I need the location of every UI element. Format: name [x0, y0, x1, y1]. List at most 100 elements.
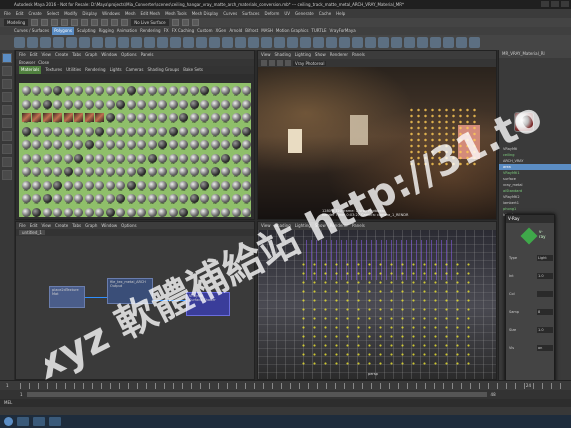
- layout-two-icon[interactable]: [2, 157, 12, 167]
- material-swatch[interactable]: Mat: [179, 99, 189, 112]
- material-swatch[interactable]: Mat: [210, 207, 220, 217]
- material-swatch[interactable]: Mat: [158, 180, 168, 193]
- shelf-tab[interactable]: MASH: [261, 27, 273, 35]
- vray-field-input[interactable]: Light: [537, 255, 553, 261]
- material-swatch[interactable]: Mat: [137, 112, 147, 125]
- material-swatch[interactable]: Mat: [63, 153, 73, 166]
- timeline-ticks[interactable]: [20, 382, 565, 389]
- shelf-tool-icon[interactable]: [430, 37, 441, 48]
- material-swatch[interactable]: Mat: [32, 99, 42, 112]
- material-swatch[interactable]: Mat: [116, 180, 126, 193]
- material-swatch[interactable]: Mat: [42, 193, 52, 206]
- renderer-dropdown[interactable]: Vray Photoreal: [293, 60, 327, 66]
- material-swatch[interactable]: Mat: [242, 153, 251, 166]
- material-swatch[interactable]: Mat: [231, 139, 241, 152]
- shelf-tool-icon[interactable]: [456, 37, 467, 48]
- material-swatch[interactable]: Mat: [200, 126, 210, 139]
- material-swatch[interactable]: Mat: [221, 99, 231, 112]
- scale-tool-icon[interactable]: [2, 118, 12, 128]
- hypershade-tab[interactable]: Rendering: [85, 66, 105, 74]
- material-swatch[interactable]: Mat: [42, 99, 52, 112]
- material-swatch[interactable]: Mat: [42, 153, 52, 166]
- browser-close-button[interactable]: Close: [38, 59, 49, 66]
- material-swatch[interactable]: Mat: [116, 112, 126, 125]
- shelf-tab[interactable]: Sculpting: [77, 27, 96, 35]
- shelf-tab[interactable]: VrayForMaya: [329, 27, 355, 35]
- material-swatch[interactable]: Mat: [74, 85, 84, 98]
- render-view-menu-item[interactable]: Renderer: [330, 51, 348, 59]
- material-swatch[interactable]: Mat: [179, 180, 189, 193]
- material-swatch[interactable]: Mat: [189, 139, 199, 152]
- shelf-tab[interactable]: Custom: [197, 27, 212, 35]
- menu-item[interactable]: Select: [47, 9, 59, 18]
- shelf-tab[interactable]: Rigging: [99, 27, 114, 35]
- material-swatch[interactable]: Mat: [105, 112, 115, 125]
- viewport-scene[interactable]: [258, 230, 496, 379]
- material-swatch[interactable]: Mat: [179, 153, 189, 166]
- material-swatch[interactable]: Mat: [21, 85, 31, 98]
- material-swatch[interactable]: Mat: [53, 112, 63, 125]
- menu-item[interactable]: Mesh Tools: [165, 9, 187, 18]
- material-swatch[interactable]: Mat: [63, 85, 73, 98]
- node-editor-menu-item[interactable]: Tabs: [72, 222, 81, 229]
- material-swatch[interactable]: Mat: [21, 193, 31, 206]
- menu-item[interactable]: Generate: [295, 9, 314, 18]
- shelf-tool-icon[interactable]: [118, 37, 129, 48]
- range-bar[interactable]: [26, 392, 487, 397]
- material-swatch[interactable]: Mat: [200, 99, 210, 112]
- material-swatch[interactable]: Mat: [42, 207, 52, 217]
- node-vray-material[interactable]: VRayMtl Surface Shader: [186, 292, 230, 316]
- material-swatch[interactable]: Mat: [221, 207, 231, 217]
- material-swatch[interactable]: Mat: [42, 139, 52, 152]
- start-button[interactable]: [4, 417, 13, 426]
- select-object-icon[interactable]: [91, 19, 99, 26]
- taskbar-maya-icon[interactable]: [17, 417, 29, 426]
- material-swatch[interactable]: Mat: [116, 139, 126, 152]
- render-settings-icon[interactable]: [191, 19, 199, 26]
- material-swatch[interactable]: Mat: [221, 126, 231, 139]
- shelf-tool-icon[interactable]: [391, 37, 402, 48]
- shelf-tab[interactable]: Animation: [117, 27, 137, 35]
- material-swatch[interactable]: Mat: [53, 180, 63, 193]
- layout-outliner-icon[interactable]: [2, 170, 12, 180]
- menu-item[interactable]: Help: [336, 9, 345, 18]
- shelf-tool-icon[interactable]: [287, 37, 298, 48]
- shelf-tool-icon[interactable]: [144, 37, 155, 48]
- material-swatch[interactable]: Mat: [42, 126, 52, 139]
- material-swatch[interactable]: Mat: [189, 85, 199, 98]
- material-swatch[interactable]: Mat: [231, 112, 241, 125]
- material-swatch[interactable]: Mat: [179, 139, 189, 152]
- menu-item[interactable]: Deform: [264, 9, 279, 18]
- material-swatch[interactable]: Mat: [126, 180, 136, 193]
- hypershade-menu-item[interactable]: Window: [101, 51, 117, 59]
- material-swatch[interactable]: Mat: [105, 139, 115, 152]
- material-swatch[interactable]: Mat: [147, 99, 157, 112]
- vray-field-input[interactable]: [537, 291, 553, 297]
- shelf-tool-icon[interactable]: [53, 37, 64, 48]
- material-swatch[interactable]: Mat: [84, 126, 94, 139]
- material-swatch[interactable]: Mat: [126, 153, 136, 166]
- material-swatch[interactable]: Mat: [32, 126, 42, 139]
- material-swatch[interactable]: Mat: [63, 126, 73, 139]
- select-hierarchy-icon[interactable]: [81, 19, 89, 26]
- shelf-tool-icon[interactable]: [378, 37, 389, 48]
- ipr-icon[interactable]: [269, 60, 275, 66]
- material-swatch[interactable]: Mat: [32, 207, 42, 217]
- material-swatch[interactable]: Mat: [147, 126, 157, 139]
- material-swatch[interactable]: Mat: [242, 99, 251, 112]
- material-swatch[interactable]: Mat: [231, 126, 241, 139]
- material-swatch[interactable]: Mat: [200, 166, 210, 179]
- material-swatch[interactable]: Mat: [221, 193, 231, 206]
- material-swatch[interactable]: Mat: [116, 126, 126, 139]
- node-editor-menu-item[interactable]: Create: [55, 222, 68, 229]
- material-swatch[interactable]: Mat: [210, 126, 220, 139]
- node-editor-menu-item[interactable]: Window: [101, 222, 117, 229]
- shelf-tab[interactable]: Motion Graphics: [276, 27, 309, 35]
- material-swatch[interactable]: Mat: [189, 193, 199, 206]
- material-swatch[interactable]: Mat: [147, 139, 157, 152]
- material-swatch[interactable]: Mat: [74, 99, 84, 112]
- material-swatch[interactable]: Mat: [231, 193, 241, 206]
- material-swatch[interactable]: Mat: [95, 207, 105, 217]
- material-swatch[interactable]: Mat: [32, 112, 42, 125]
- node-place2d[interactable]: place2dTexture Mat: [49, 286, 85, 308]
